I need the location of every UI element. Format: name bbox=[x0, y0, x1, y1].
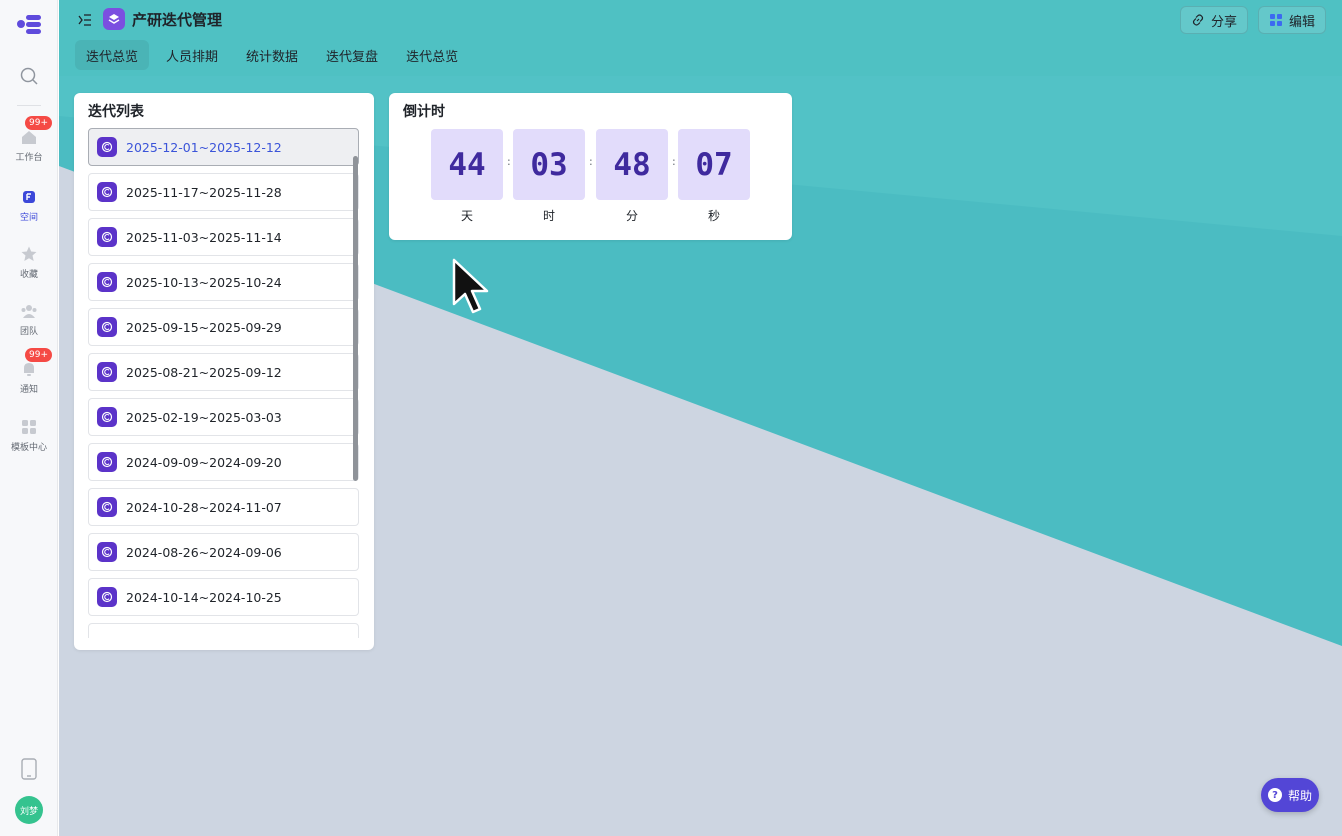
iteration-icon bbox=[97, 137, 117, 157]
edit-label: 编辑 bbox=[1289, 14, 1316, 30]
unit-hours-label: 时 bbox=[542, 209, 555, 223]
iteration-icon bbox=[97, 182, 117, 202]
countdown-seconds: 07 bbox=[678, 129, 750, 200]
tab-iteration-overview-2[interactable]: 迭代总览 bbox=[395, 40, 469, 70]
mouse-cursor-icon bbox=[452, 258, 489, 314]
list-item-label: 2024-10-28~2024-11-07 bbox=[126, 499, 282, 515]
avatar[interactable]: 刘梦 bbox=[15, 796, 43, 824]
dashboard-canvas: 迭代列表 2025-12-01~2025-12-12 2025-11-17~20… bbox=[59, 76, 1342, 836]
rail-item-label: 空间 bbox=[19, 213, 38, 223]
list-scrollbar[interactable] bbox=[353, 156, 358, 481]
list-item-label: 2025-08-21~2025-09-12 bbox=[126, 364, 282, 380]
iteration-icon bbox=[97, 227, 117, 247]
help-button[interactable]: ? 帮助 bbox=[1261, 778, 1319, 812]
list-item-label: 2025-12-01~2025-12-12 bbox=[126, 139, 282, 155]
mobile-icon[interactable] bbox=[20, 758, 38, 780]
edit-button[interactable]: 编辑 bbox=[1258, 6, 1327, 34]
list-item[interactable]: 2024-09-09~2024-09-20 bbox=[88, 443, 359, 481]
help-question-icon: ? bbox=[1267, 788, 1282, 802]
rail-divider bbox=[17, 105, 41, 106]
tab-statistics[interactable]: 统计数据 bbox=[235, 40, 309, 70]
app-logo-icon[interactable] bbox=[17, 14, 41, 34]
rail-item-label: 收藏 bbox=[19, 270, 38, 280]
iteration-icon bbox=[97, 362, 117, 382]
team-icon bbox=[21, 305, 37, 318]
list-item-label: 2025-09-15~2025-09-29 bbox=[126, 319, 282, 335]
list-item-label: 2025-11-03~2025-11-14 bbox=[126, 229, 282, 245]
iteration-icon bbox=[97, 587, 117, 607]
search-icon[interactable] bbox=[19, 66, 39, 86]
notifications-badge: 99+ bbox=[25, 348, 52, 362]
left-rail: 99+ 工作台 空间 收藏 团队 99+ 通知 模板中心 刘梦 bbox=[0, 0, 58, 836]
space-icon bbox=[23, 191, 35, 203]
countdown-days: 44 bbox=[431, 129, 503, 200]
iteration-icon bbox=[97, 542, 117, 562]
iteration-list-title: 迭代列表 bbox=[88, 104, 144, 120]
tab-bar: 迭代总览 人员排期 统计数据 迭代复盘 迭代总览 bbox=[75, 40, 469, 70]
rail-item-label: 通知 bbox=[19, 385, 38, 395]
rail-item-team[interactable]: 团队 bbox=[0, 298, 58, 344]
sidebar-toggle-icon[interactable] bbox=[77, 12, 93, 28]
rail-item-workbench[interactable]: 99+ 工作台 bbox=[0, 116, 58, 170]
workbench-badge: 99+ bbox=[25, 116, 52, 130]
rail-item-label: 工作台 bbox=[15, 153, 43, 163]
rail-item-favorites[interactable]: 收藏 bbox=[0, 241, 58, 287]
iteration-list: 2025-12-01~2025-12-12 2025-11-17~2025-11… bbox=[88, 128, 360, 638]
list-item[interactable]: 2025-11-17~2025-11-28 bbox=[88, 173, 359, 211]
template-grid-icon bbox=[22, 420, 36, 434]
list-item-partial[interactable] bbox=[88, 623, 359, 638]
help-label: 帮助 bbox=[1287, 788, 1312, 803]
list-item[interactable]: 2024-10-28~2024-11-07 bbox=[88, 488, 359, 526]
list-item-label: 2025-11-17~2025-11-28 bbox=[126, 184, 282, 200]
share-button[interactable]: 分享 bbox=[1180, 6, 1249, 34]
list-item-label: 2024-10-14~2024-10-25 bbox=[126, 589, 282, 605]
share-label: 分享 bbox=[1211, 14, 1238, 30]
list-item-label: 2024-08-26~2024-09-06 bbox=[126, 544, 282, 560]
star-icon bbox=[21, 246, 37, 261]
countdown-colon: : bbox=[672, 155, 676, 168]
bell-icon bbox=[24, 363, 34, 376]
list-item[interactable]: 2025-11-03~2025-11-14 bbox=[88, 218, 359, 256]
iteration-icon bbox=[97, 452, 117, 472]
iteration-list-card: 迭代列表 2025-12-01~2025-12-12 2025-11-17~20… bbox=[74, 93, 374, 650]
list-item[interactable]: 2024-08-26~2024-09-06 bbox=[88, 533, 359, 571]
iteration-icon bbox=[97, 407, 117, 427]
header: 产研迭代管理 分享 编辑 迭代总览 人员排期 统计数据 迭代复盘 迭代总览 bbox=[59, 0, 1342, 76]
unit-minutes-label: 分 bbox=[625, 209, 638, 223]
list-item[interactable]: 2025-09-15~2025-09-29 bbox=[88, 308, 359, 346]
unit-seconds-label: 秒 bbox=[707, 209, 720, 223]
rail-item-label: 模板中心 bbox=[10, 443, 47, 453]
tab-staff-schedule[interactable]: 人员排期 bbox=[155, 40, 229, 70]
countdown-hours: 03 bbox=[513, 129, 585, 200]
list-item[interactable]: 2024-10-14~2024-10-25 bbox=[88, 578, 359, 616]
countdown-colon: : bbox=[589, 155, 593, 168]
rail-item-notifications[interactable]: 99+ 通知 bbox=[0, 348, 58, 402]
home-icon bbox=[22, 131, 36, 144]
list-item-label: 2024-09-09~2024-09-20 bbox=[126, 454, 282, 470]
countdown-card: 倒计时 44 : 03 : 48 : 07 天 时 分 秒 bbox=[389, 93, 792, 240]
page-title: 产研迭代管理 bbox=[132, 11, 223, 29]
iteration-icon bbox=[97, 272, 117, 292]
rail-item-space[interactable]: 空间 bbox=[0, 184, 58, 230]
unit-days-label: 天 bbox=[460, 209, 473, 223]
list-item[interactable]: 2025-08-21~2025-09-12 bbox=[88, 353, 359, 391]
rail-item-templates[interactable]: 模板中心 bbox=[0, 414, 58, 460]
iteration-icon bbox=[97, 317, 117, 337]
link-icon bbox=[1192, 14, 1204, 26]
edit-grid-icon bbox=[1270, 14, 1282, 26]
countdown-title: 倒计时 bbox=[403, 104, 445, 120]
list-item[interactable]: 2025-12-01~2025-12-12 bbox=[88, 128, 359, 166]
rail-item-label: 团队 bbox=[19, 327, 38, 337]
iteration-icon bbox=[97, 497, 117, 517]
list-item[interactable]: 2025-10-13~2025-10-24 bbox=[88, 263, 359, 301]
tab-iteration-overview[interactable]: 迭代总览 bbox=[75, 40, 150, 70]
tab-iteration-review[interactable]: 迭代复盘 bbox=[315, 40, 389, 70]
countdown-minutes: 48 bbox=[596, 129, 668, 200]
app-space-icon bbox=[103, 8, 125, 30]
list-item-label: 2025-02-19~2025-03-03 bbox=[126, 409, 282, 425]
countdown-colon: : bbox=[507, 155, 511, 168]
list-item-label: 2025-10-13~2025-10-24 bbox=[126, 274, 282, 290]
list-item[interactable]: 2025-02-19~2025-03-03 bbox=[88, 398, 359, 436]
